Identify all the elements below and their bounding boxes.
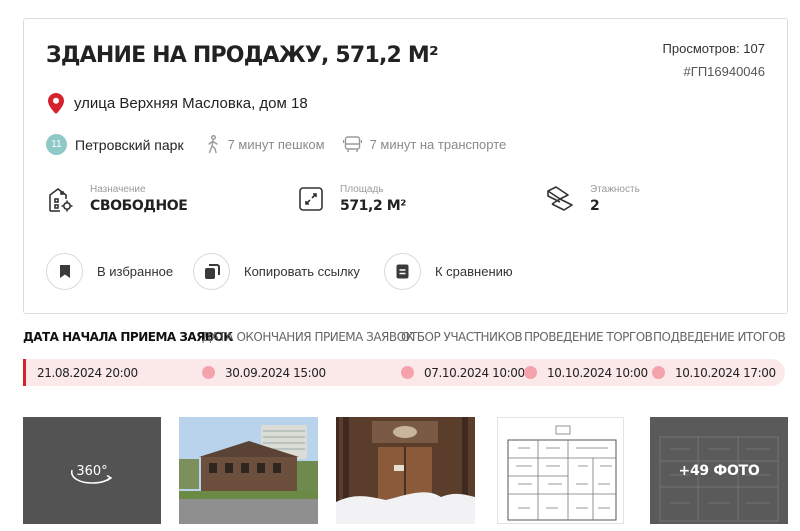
timeline-dot xyxy=(524,366,537,379)
views-counter: Просмотров: 107 xyxy=(663,41,765,56)
lot-id: #ГП16940046 xyxy=(683,64,765,79)
copy-icon xyxy=(204,263,220,279)
listing-card: ЗДАНИЕ НА ПРОДАЖУ, 571,2 М² Просмотров: … xyxy=(23,18,788,314)
views-count: 107 xyxy=(743,41,765,56)
action-label: Копировать ссылку xyxy=(244,264,360,279)
walk-time-text: 7 минут пешком xyxy=(227,137,325,152)
virtual-tour-button[interactable]: 360° xyxy=(23,417,161,524)
transport-time: 7 минут на транспорте xyxy=(342,136,507,153)
auction-timeline: 21.08.2024 20:00 30.09.2024 15:00 07.10.… xyxy=(23,359,785,386)
metro-info: 11 Петровский парк 7 минут пешком 7 мину… xyxy=(46,134,524,155)
stage-results: ПОДВЕДЕНИЕ ИТОГОВ xyxy=(653,330,786,344)
feature-floors: Этажность 2 xyxy=(546,184,640,214)
gallery-floor-plan[interactable] xyxy=(497,417,624,524)
tour-360-icon: 360° xyxy=(71,464,113,484)
stairs-icon xyxy=(547,186,573,211)
timeline-dot xyxy=(401,366,414,379)
action-label: К сравнению xyxy=(435,264,513,279)
building-icon xyxy=(49,188,73,212)
feature-label: Этажность xyxy=(590,184,640,195)
timeline-active-marker xyxy=(23,359,26,386)
feature-label: Назначение xyxy=(90,184,146,195)
feature-value: 571,2 М² xyxy=(340,198,407,214)
feature-label: Площадь xyxy=(340,184,384,195)
building-facade-photo xyxy=(179,417,318,524)
bus-icon xyxy=(342,136,362,152)
feature-purpose: Назначение СВОБОДНОЕ xyxy=(46,184,188,214)
stage-application-end: ДАТА ОКОНЧАНИЯ ПРИЕМА ЗАЯВОК xyxy=(202,330,414,344)
metro-line-badge: 11 xyxy=(46,134,67,155)
timeline-date: 10.10.2024 17:00 xyxy=(652,359,776,386)
feature-value: 2 xyxy=(590,198,600,214)
walking-icon xyxy=(207,135,218,154)
stage-auction: ПРОВЕДЕНИЕ ТОРГОВ xyxy=(524,330,653,344)
more-photos-label: +49 ФОТО xyxy=(678,462,760,479)
action-label: В избранное xyxy=(97,264,174,279)
tour-label: 360° xyxy=(76,464,107,479)
feature-area: Площадь 571,2 М² xyxy=(298,184,406,214)
date-text: 21.08.2024 20:00 xyxy=(37,365,138,380)
address: улица Верхняя Масловка, дом 18 xyxy=(48,93,308,114)
transport-time-text: 7 минут на транспорте xyxy=(369,137,507,152)
date-text: 10.10.2024 10:00 xyxy=(547,365,648,380)
compare-icon xyxy=(396,264,409,279)
map-pin-icon xyxy=(48,93,64,114)
listing-title: ЗДАНИЕ НА ПРОДАЖУ, 571,2 М² xyxy=(46,43,439,68)
timeline-date: 10.10.2024 10:00 xyxy=(524,359,648,386)
walk-time: 7 минут пешком xyxy=(206,135,325,154)
views-label: Просмотров: xyxy=(662,41,740,56)
compare-button[interactable]: К сравнению xyxy=(384,253,513,290)
add-to-favorites-button[interactable]: В избранное xyxy=(46,253,173,290)
feature-value: СВОБОДНОЕ xyxy=(90,198,188,214)
gallery-photo[interactable] xyxy=(179,417,318,524)
timeline-date: 21.08.2024 20:00 xyxy=(37,359,138,386)
timeline-date: 07.10.2024 10:00 xyxy=(401,359,525,386)
bookmark-icon xyxy=(59,265,70,278)
entrance-door-photo xyxy=(336,417,475,524)
gallery-photo[interactable] xyxy=(336,417,475,524)
auction-stages: ДАТА НАЧАЛА ПРИЕМА ЗАЯВОК ДАТА ОКОНЧАНИЯ… xyxy=(23,330,788,350)
date-text: 10.10.2024 17:00 xyxy=(675,365,776,380)
stage-participant-selection: ОТБОР УЧАСТНИКОВ xyxy=(401,330,523,344)
date-text: 07.10.2024 10:00 xyxy=(424,365,525,380)
floor-plan-image xyxy=(507,425,617,521)
area-icon xyxy=(299,187,323,211)
timeline-dot xyxy=(652,366,665,379)
timeline-dot xyxy=(202,366,215,379)
copy-link-button[interactable]: Копировать ссылку xyxy=(193,253,360,290)
timeline-date: 30.09.2024 15:00 xyxy=(202,359,326,386)
date-text: 30.09.2024 15:00 xyxy=(225,365,326,380)
metro-station: Петровский парк xyxy=(75,136,184,153)
more-photos-button[interactable]: +49 ФОТО xyxy=(650,417,788,524)
address-text: улица Верхняя Масловка, дом 18 xyxy=(74,95,308,112)
